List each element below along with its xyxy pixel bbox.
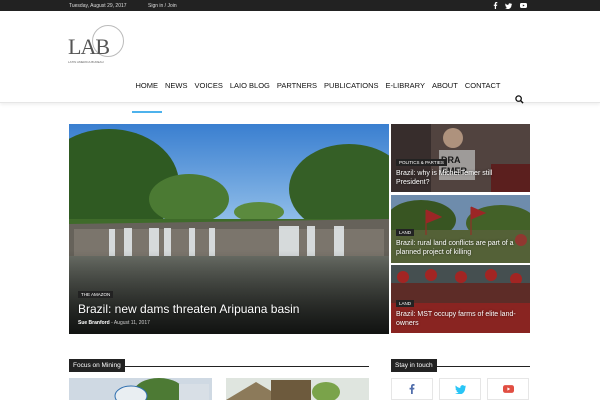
focus-post-thumbnail[interactable] <box>69 378 212 400</box>
nav-item-voices[interactable]: VOICES <box>191 81 226 113</box>
youtube-icon[interactable] <box>518 1 528 10</box>
featured-post-meta: Sue Branford - August 11, 2017 <box>78 320 150 326</box>
nav-item-e-library[interactable]: E-LIBRARY <box>382 81 428 113</box>
focus-section-header: Focus on Mining <box>69 354 369 372</box>
facebook-icon[interactable] <box>490 1 500 10</box>
side-post-category[interactable]: LAND <box>396 300 415 307</box>
search-icon[interactable] <box>515 91 524 104</box>
side-post[interactable]: LAND Brazil: rural land conflicts are pa… <box>391 195 530 263</box>
side-post-title[interactable]: Brazil: rural land conflicts are part of… <box>396 239 528 257</box>
nav-item-news[interactable]: NEWS <box>162 81 192 113</box>
twitter-icon[interactable] <box>503 1 513 10</box>
nav-item-about[interactable]: ABOUT <box>428 81 461 113</box>
logo-mark: LAB <box>68 34 110 59</box>
twitter-icon <box>454 384 466 394</box>
site-header: LAB LATIN AMERICA BUREAU HOME NEWS VOICE… <box>0 11 600 113</box>
facebook-icon <box>409 384 415 394</box>
side-post-title[interactable]: Brazil: why is Michel Temer still Presid… <box>396 169 526 187</box>
nav-item-partners[interactable]: PARTNERS <box>273 81 320 113</box>
focus-post-thumbnail[interactable] <box>226 378 369 400</box>
nav-item-publications[interactable]: PUBLICATIONS <box>321 81 382 113</box>
side-post-title[interactable]: Brazil: MST occupy farms of elite land-o… <box>396 310 526 328</box>
featured-post-date: August 11, 2017 <box>113 320 150 326</box>
side-post[interactable]: DRA EMER POLITICS & PARTIES Brazil: why … <box>391 124 530 192</box>
main-nav: HOME NEWS VOICES LAIO BLOG PARTNERS PUBL… <box>132 81 504 113</box>
youtube-icon <box>502 385 514 393</box>
focus-post-image <box>226 378 369 400</box>
featured-post-category[interactable]: THE AMAZON <box>78 291 114 298</box>
side-post-category[interactable]: POLITICS & PARTIES <box>396 159 447 166</box>
featured-post[interactable]: THE AMAZON Brazil: new dams threaten Ari… <box>69 124 389 334</box>
sign-in-link[interactable]: Sign in / Join <box>148 3 177 9</box>
twitter-button[interactable] <box>439 378 481 400</box>
nav-item-laio-blog[interactable]: LAIO BLOG <box>226 81 273 113</box>
top-bar: Tuesday, August 29, 2017 Sign in / Join <box>0 0 600 11</box>
nav-item-home[interactable]: HOME <box>132 81 162 113</box>
nav-item-contact[interactable]: CONTACT <box>461 81 504 113</box>
stay-in-touch-title: Stay in touch <box>391 359 437 372</box>
stay-in-touch-header: Stay in touch <box>391 354 530 372</box>
side-post[interactable]: LAND Brazil: MST occupy farms of elite l… <box>391 265 530 333</box>
logo-tagline: LATIN AMERICA BUREAU <box>68 60 104 64</box>
focus-post-image <box>69 378 212 400</box>
site-logo[interactable]: LAB LATIN AMERICA BUREAU <box>68 25 124 65</box>
current-date: Tuesday, August 29, 2017 <box>69 3 127 9</box>
featured-post-title[interactable]: Brazil: new dams threaten Aripuana basin <box>78 302 378 316</box>
youtube-button[interactable] <box>487 378 529 400</box>
focus-section-title[interactable]: Focus on Mining <box>69 359 125 372</box>
facebook-button[interactable] <box>391 378 433 400</box>
side-post-category[interactable]: LAND <box>396 229 415 236</box>
featured-post-author[interactable]: Sue Branford <box>78 320 110 326</box>
